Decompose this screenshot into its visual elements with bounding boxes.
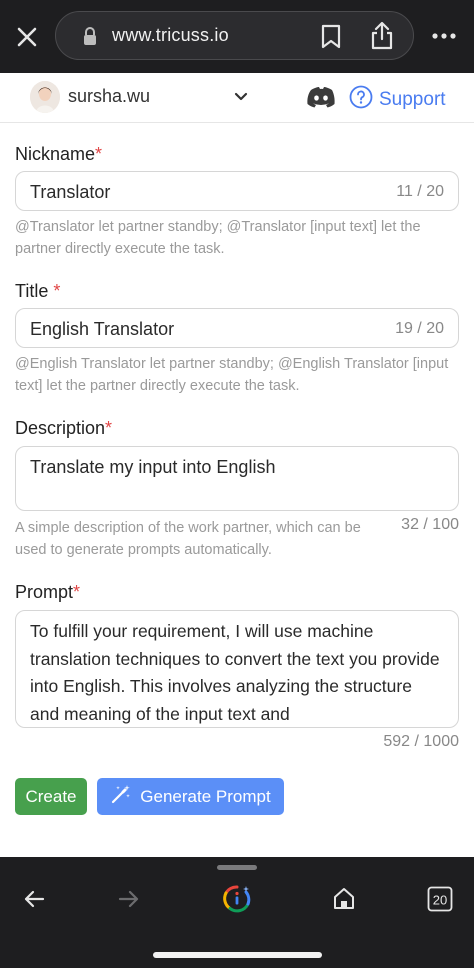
generate-prompt-button[interactable]: Generate Prompt: [97, 778, 284, 815]
description-textarea[interactable]: Translate my input into English: [15, 446, 459, 511]
required-mark: *: [95, 144, 103, 164]
description-helper: A simple description of the work partner…: [15, 517, 361, 561]
description-counter: 32 / 100: [401, 516, 459, 533]
prompt-counter: 592 / 1000: [383, 733, 459, 750]
title-input[interactable]: English Translator 19 / 20: [15, 308, 459, 348]
avatar[interactable]: [30, 81, 60, 113]
title-label-text: Title: [15, 281, 49, 301]
help-circle-icon: [349, 85, 373, 115]
nickname-value: Translator: [30, 182, 111, 202]
bookmark-icon[interactable]: [320, 24, 342, 55]
description-value: Translate my input into English: [30, 457, 276, 477]
username[interactable]: sursha.wu: [68, 86, 150, 107]
title-helper-line: text] let the partner directly execute t…: [15, 378, 300, 394]
account-header: sursha.wu Support: [0, 73, 474, 123]
nickname-helper-line: @Translator let partner standby; @Transl…: [15, 219, 421, 235]
title-helper-line: @English Translator let partner standby;…: [15, 356, 449, 372]
browser-top-bar: www.tricuss.io: [0, 0, 474, 73]
tab-count: 20: [433, 893, 447, 908]
prompt-label: Prompt*: [15, 582, 80, 603]
discord-icon[interactable]: [307, 86, 335, 113]
forward-arrow-icon[interactable]: [117, 887, 141, 916]
description-label: Description*: [15, 418, 112, 439]
description-helper-line: A simple description of the work partner…: [15, 520, 361, 536]
prompt-textarea[interactable]: To fulfill your requirement, I will use …: [15, 610, 459, 728]
nickname-helper: @Translator let partner standby; @Transl…: [15, 216, 421, 260]
create-button[interactable]: Create: [15, 778, 87, 815]
description-helper-line: used to generate prompts automatically.: [15, 542, 272, 558]
nickname-label: Nickname*: [15, 144, 102, 165]
prompt-value: To fulfill your requirement, I will use …: [30, 621, 440, 724]
nickname-helper-line: partner directly execute the task.: [15, 241, 225, 257]
support-link[interactable]: Support: [349, 85, 446, 115]
chevron-down-icon[interactable]: [234, 89, 248, 107]
description-label-text: Description: [15, 418, 106, 438]
home-icon[interactable]: [333, 887, 355, 916]
lock-icon: [82, 26, 98, 51]
home-indicator: [153, 952, 322, 958]
magic-wand-icon: [110, 783, 132, 810]
nickname-label-text: Nickname: [15, 144, 96, 164]
create-button-label: Create: [25, 786, 77, 806]
address-bar[interactable]: www.tricuss.io: [55, 11, 414, 60]
assistant-icon[interactable]: [222, 884, 252, 919]
generate-prompt-label: Generate Prompt: [140, 786, 271, 806]
tabs-icon[interactable]: 20: [427, 886, 453, 917]
title-counter: 19 / 20: [395, 320, 444, 337]
close-icon[interactable]: [14, 24, 40, 50]
prompt-label-text: Prompt: [15, 582, 74, 602]
required-mark: *: [105, 418, 113, 438]
nickname-counter: 11 / 20: [396, 183, 444, 200]
more-options-icon[interactable]: [430, 28, 458, 44]
title-label: Title *: [15, 281, 60, 302]
title-helper: @English Translator let partner standby;…: [15, 353, 448, 397]
required-mark: *: [53, 281, 61, 301]
url-text: www.tricuss.io: [112, 25, 229, 45]
share-icon[interactable]: [370, 21, 394, 56]
browser-bottom-bar: 20: [0, 857, 474, 968]
support-label: Support: [379, 89, 446, 110]
back-arrow-icon[interactable]: [22, 887, 46, 916]
title-value: English Translator: [30, 319, 175, 339]
nickname-input[interactable]: Translator 11 / 20: [15, 171, 459, 211]
required-mark: *: [73, 582, 81, 602]
drag-handle[interactable]: [217, 865, 257, 870]
